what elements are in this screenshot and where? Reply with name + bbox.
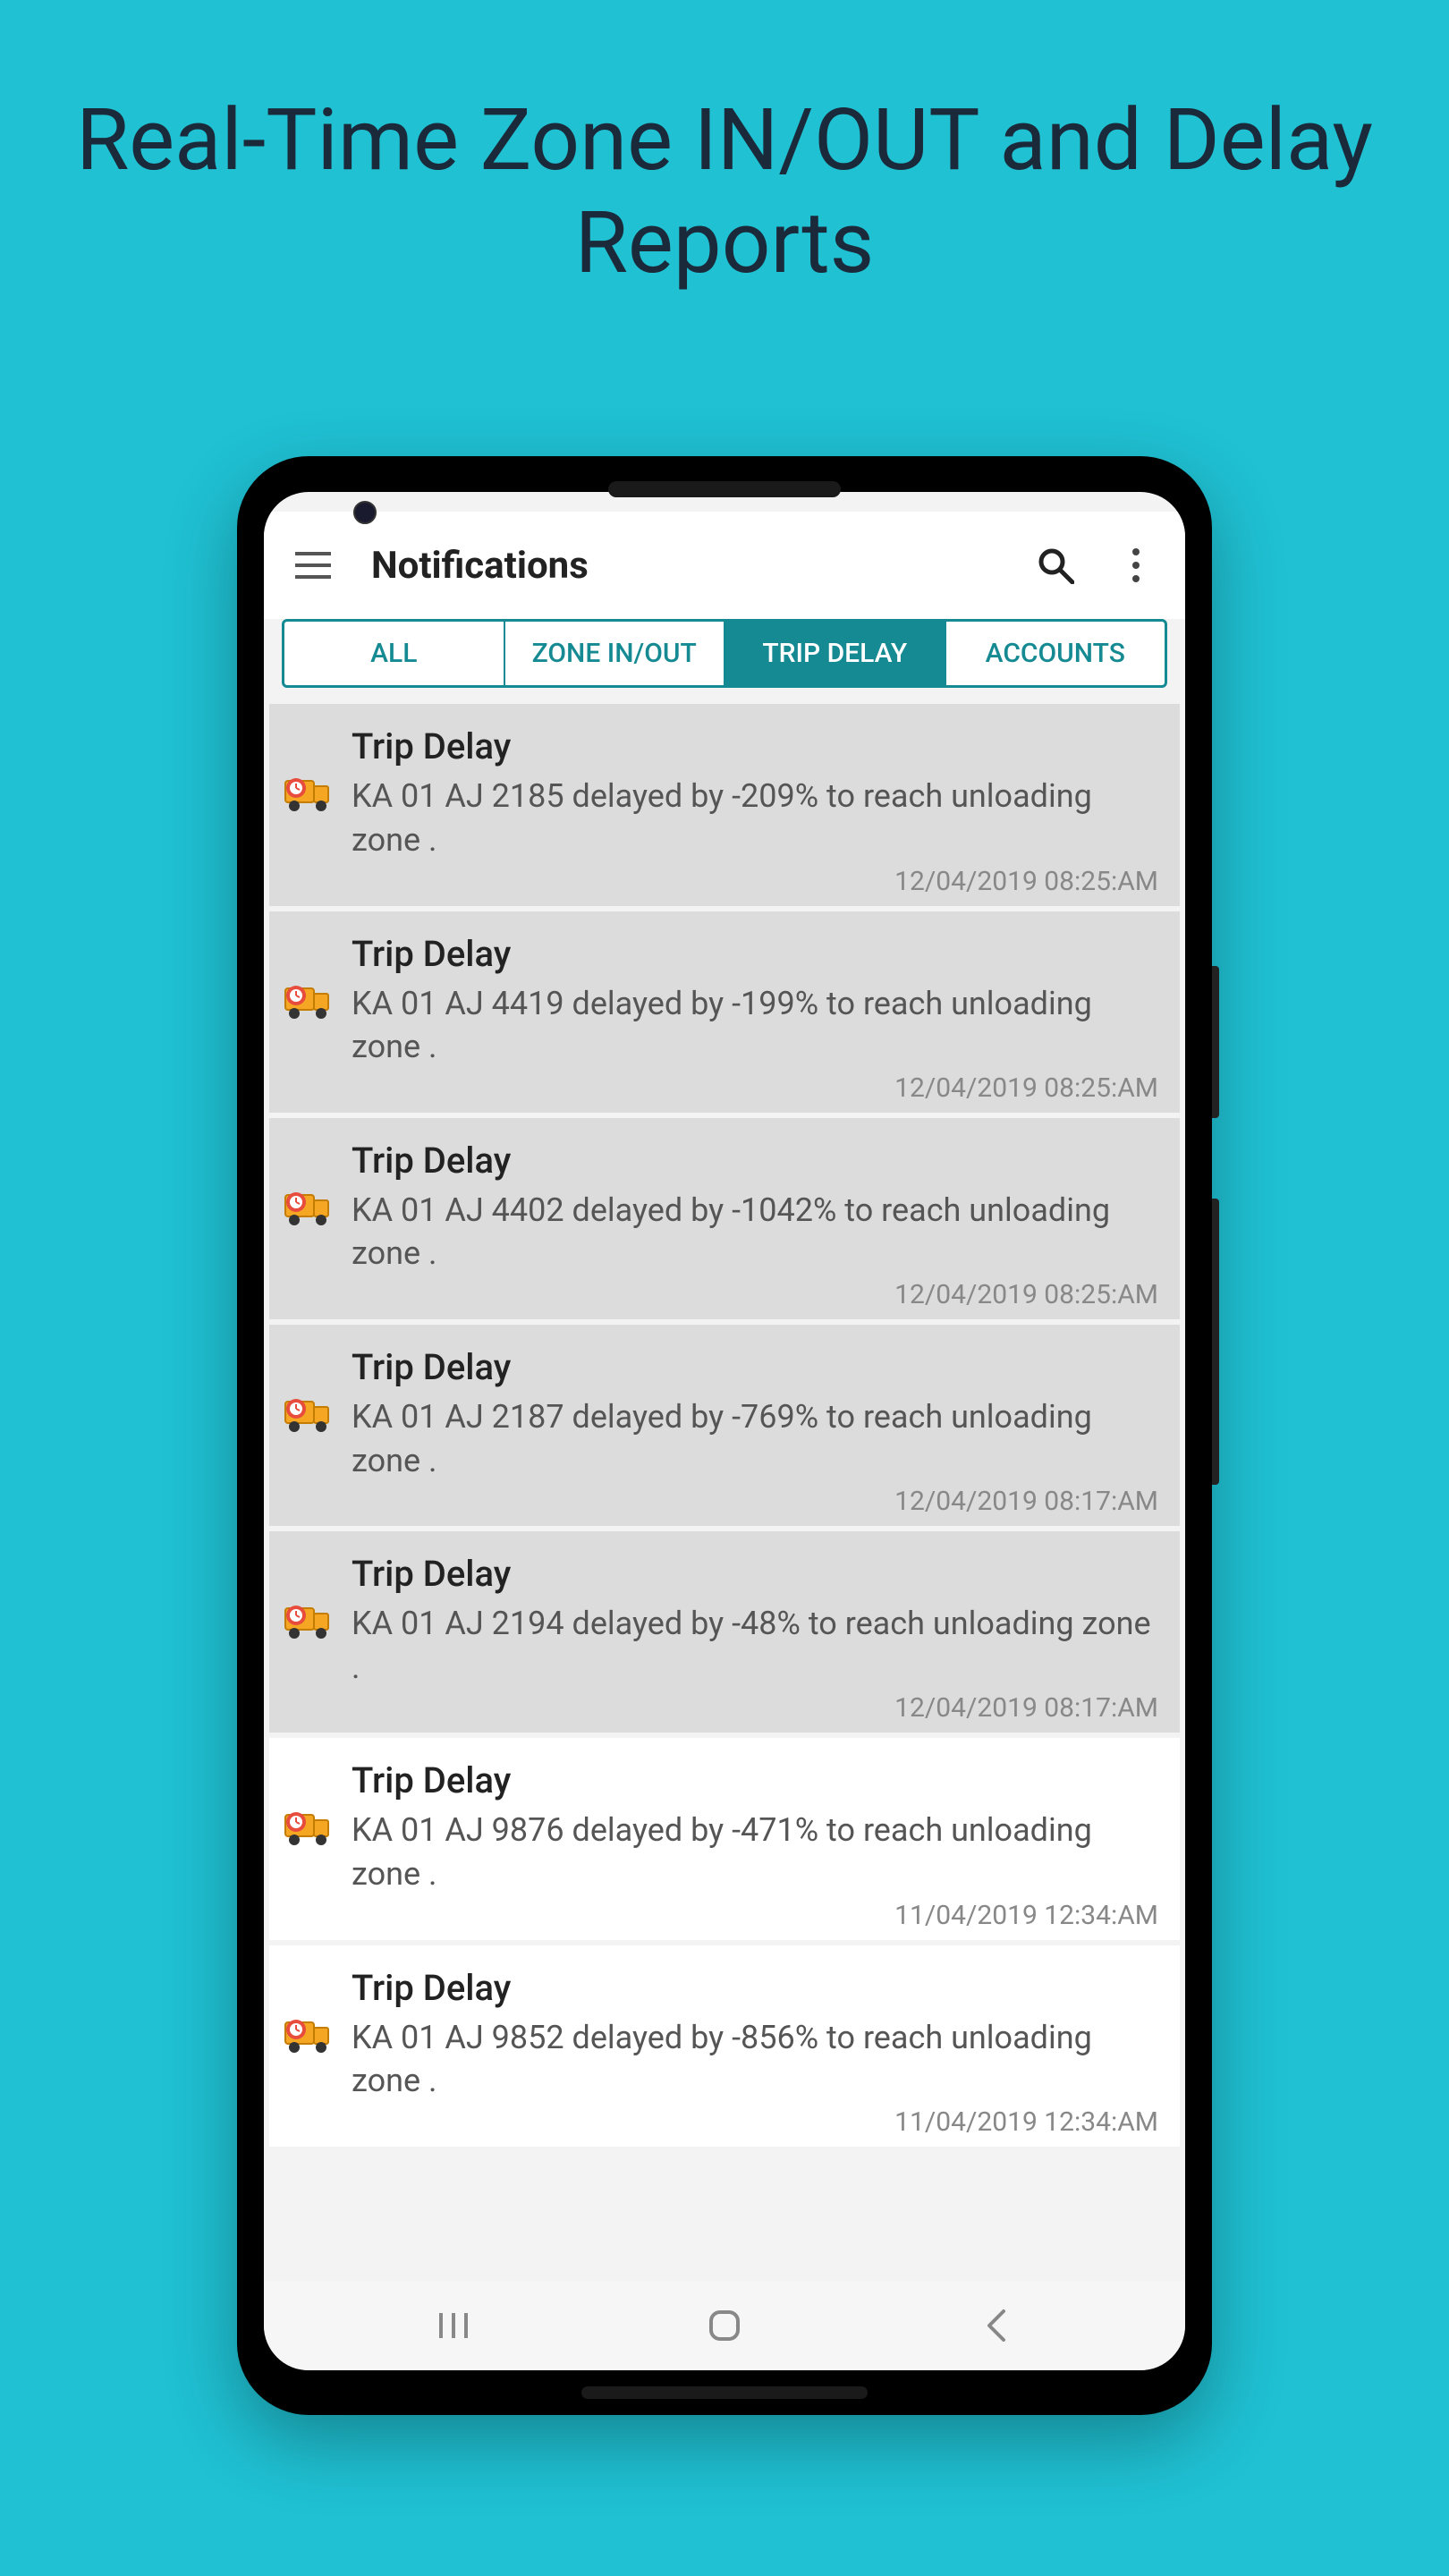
- tab-zone-in-out[interactable]: ZONE IN/OUT: [505, 622, 726, 685]
- notification-body: Trip Delay KA 01 AJ 9876 delayed by -471%…: [352, 1759, 1158, 1930]
- system-navbar: [264, 2281, 1185, 2370]
- menu-button[interactable]: [291, 543, 335, 588]
- more-button[interactable]: [1114, 543, 1158, 588]
- hamburger-icon: [295, 552, 331, 579]
- notification-description: KA 01 AJ 4402 delayed by -1042% to reach…: [352, 1189, 1158, 1275]
- tab-all[interactable]: ALL: [284, 622, 505, 685]
- notification-description: KA 01 AJ 2194 delayed by -48% to reach u…: [352, 1602, 1158, 1689]
- notification-body: Trip Delay KA 01 AJ 2194 delayed by -48% …: [352, 1553, 1158, 1724]
- truck-delay-icon: [282, 1801, 335, 1854]
- phone-volume-button: [1212, 1199, 1219, 1485]
- notification-body: Trip Delay KA 01 AJ 4402 delayed by -1042…: [352, 1140, 1158, 1310]
- truck-delay-icon: [282, 1387, 335, 1441]
- truck-delay-icon: [282, 974, 335, 1028]
- back-icon: [984, 2308, 1007, 2343]
- notification-item[interactable]: Trip Delay KA 01 AJ 4402 delayed by -1042…: [269, 1118, 1180, 1319]
- more-vert-icon: [1131, 547, 1140, 583]
- notification-title: Trip Delay: [352, 725, 1158, 767]
- notification-title: Trip Delay: [352, 1759, 1158, 1801]
- notification-timestamp: 12/04/2019 08:17:AM: [352, 1486, 1158, 1517]
- notification-list[interactable]: Trip Delay KA 01 AJ 2185 delayed by -209%…: [264, 704, 1185, 2281]
- notification-body: Trip Delay KA 01 AJ 4419 delayed by -199%…: [352, 933, 1158, 1104]
- notification-description: KA 01 AJ 9876 delayed by -471% to reach …: [352, 1809, 1158, 1895]
- notification-timestamp: 12/04/2019 08:25:AM: [352, 1072, 1158, 1104]
- page-title: Notifications: [371, 544, 997, 588]
- notification-timestamp: 12/04/2019 08:17:AM: [352, 1692, 1158, 1724]
- home-icon: [707, 2308, 742, 2343]
- screen: Notifications ALLZONE IN/OUTTRIP DELAYAC…: [264, 492, 1185, 2370]
- notification-body: Trip Delay KA 01 AJ 2185 delayed by -209%…: [352, 725, 1158, 896]
- notification-description: KA 01 AJ 4419 delayed by -199% to reach …: [352, 982, 1158, 1069]
- phone-speaker: [608, 481, 841, 497]
- toolbar: Notifications: [264, 512, 1185, 619]
- notification-timestamp: 12/04/2019 08:25:AM: [352, 1279, 1158, 1310]
- notification-title: Trip Delay: [352, 1553, 1158, 1595]
- notification-title: Trip Delay: [352, 1967, 1158, 2009]
- truck-delay-icon: [282, 1181, 335, 1234]
- notification-title: Trip Delay: [352, 1346, 1158, 1388]
- search-icon: [1037, 547, 1074, 584]
- truck-delay-icon: [282, 767, 335, 820]
- notification-description: KA 01 AJ 2185 delayed by -209% to reach …: [352, 775, 1158, 861]
- nav-home-button[interactable]: [698, 2299, 751, 2352]
- notification-item[interactable]: Trip Delay KA 01 AJ 9852 delayed by -856%…: [269, 1945, 1180, 2147]
- notification-description: KA 01 AJ 9852 delayed by -856% to reach …: [352, 2016, 1158, 2103]
- recents-icon: [437, 2309, 470, 2342]
- promo-headline: Real-Time Zone IN/OUT and Delay Reports: [0, 89, 1449, 295]
- notification-title: Trip Delay: [352, 1140, 1158, 1182]
- truck-delay-icon: [282, 2008, 335, 2062]
- nav-back-button[interactable]: [969, 2299, 1022, 2352]
- filter-tabs: ALLZONE IN/OUTTRIP DELAYACCOUNTS: [282, 619, 1167, 688]
- notification-description: KA 01 AJ 2187 delayed by -769% to reach …: [352, 1395, 1158, 1482]
- tab-accounts[interactable]: ACCOUNTS: [946, 622, 1165, 685]
- notification-item[interactable]: Trip Delay KA 01 AJ 2194 delayed by -48% …: [269, 1531, 1180, 1733]
- tab-trip-delay[interactable]: TRIP DELAY: [725, 622, 946, 685]
- notification-item[interactable]: Trip Delay KA 01 AJ 4419 delayed by -199%…: [269, 911, 1180, 1113]
- notification-item[interactable]: Trip Delay KA 01 AJ 2187 delayed by -769%…: [269, 1325, 1180, 1526]
- search-button[interactable]: [1033, 543, 1078, 588]
- phone-frame: Notifications ALLZONE IN/OUTTRIP DELAYAC…: [237, 456, 1212, 2415]
- notification-body: Trip Delay KA 01 AJ 2187 delayed by -769%…: [352, 1346, 1158, 1517]
- phone-power-button: [1212, 966, 1219, 1118]
- notification-title: Trip Delay: [352, 933, 1158, 975]
- notification-body: Trip Delay KA 01 AJ 9852 delayed by -856%…: [352, 1967, 1158, 2138]
- truck-delay-icon: [282, 1594, 335, 1648]
- notification-item[interactable]: Trip Delay KA 01 AJ 2185 delayed by -209%…: [269, 704, 1180, 905]
- notification-timestamp: 11/04/2019 12:34:AM: [352, 1900, 1158, 1931]
- notification-timestamp: 11/04/2019 12:34:AM: [352, 2106, 1158, 2138]
- notification-item[interactable]: Trip Delay KA 01 AJ 9876 delayed by -471%…: [269, 1738, 1180, 1939]
- nav-recents-button[interactable]: [427, 2299, 480, 2352]
- notification-timestamp: 12/04/2019 08:25:AM: [352, 866, 1158, 897]
- phone-bottom-speaker: [581, 2386, 868, 2399]
